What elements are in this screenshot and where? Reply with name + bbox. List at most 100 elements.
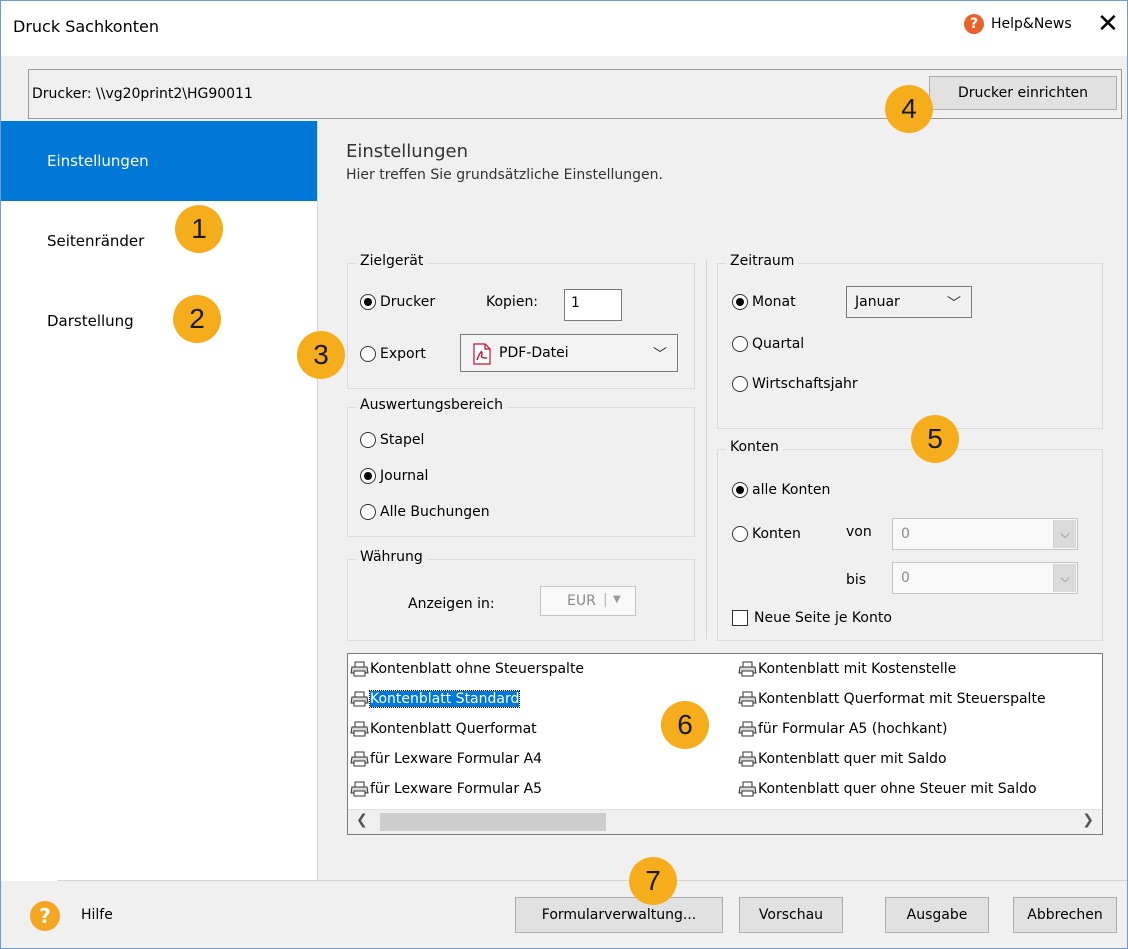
form-list-item-label: für Lexware Formular A4: [370, 751, 543, 767]
printer-icon: [350, 661, 369, 677]
footer-divider: [57, 880, 1127, 881]
sidebar-item-label: Darstellung: [47, 312, 134, 330]
help-icon: ?: [964, 14, 984, 34]
printer-icon: [738, 781, 757, 797]
auswertung-label: Auswertungsbereich: [356, 397, 508, 413]
formularverwaltung-button[interactable]: Formularverwaltung...: [515, 897, 723, 933]
currency-value: EUR: [567, 593, 596, 609]
callout-badge: 7: [629, 857, 677, 905]
bis-select[interactable]: 0 ⌵: [892, 562, 1078, 594]
help-news-label: Help&News: [991, 16, 1072, 32]
form-list-item[interactable]: Kontenblatt Standard: [350, 688, 521, 710]
radio-indicator: [360, 346, 376, 362]
drucker-radio-label: Drucker: [380, 294, 436, 310]
vorschau-button[interactable]: Vorschau: [739, 897, 843, 933]
waehrung-label: Währung: [356, 549, 427, 565]
sidebar-item-einstellungen[interactable]: Einstellungen: [1, 121, 317, 201]
checkbox-indicator: [732, 610, 748, 626]
printer-icon: [350, 751, 369, 767]
form-list-item-label: für Formular A5 (hochkant): [758, 721, 948, 737]
von-label: von: [846, 524, 872, 540]
kopien-label: Kopien:: [486, 294, 539, 310]
alle-konten-radio[interactable]: alle Konten: [732, 482, 830, 498]
zeitraum-group: Zeitraum Monat Januar ﹀ Quartal Wirtscha…: [717, 253, 1103, 429]
radio-indicator: [732, 482, 748, 498]
scroll-thumb[interactable]: [380, 813, 606, 831]
sidebar-item-seitenraender[interactable]: Seitenränder: [1, 201, 317, 281]
neue-seite-checkbox[interactable]: Neue Seite je Konto: [732, 610, 892, 626]
von-select[interactable]: 0 ⌵: [892, 518, 1078, 550]
wirtschaftsjahr-label: Wirtschaftsjahr: [752, 376, 858, 392]
konten-radio[interactable]: Konten: [732, 526, 801, 542]
chevron-down-icon: ⌵: [1053, 564, 1076, 592]
sidebar-item-label: Einstellungen: [47, 152, 149, 170]
chevron-down-icon: ﹀: [947, 296, 961, 312]
quartal-label: Quartal: [752, 336, 805, 352]
scroll-left-icon[interactable]: ❮: [356, 812, 368, 828]
wirtschaftsjahr-radio[interactable]: Wirtschaftsjahr: [732, 376, 858, 392]
kopien-input[interactable]: 1: [564, 289, 622, 321]
printer-bar: Drucker: \\vg20print2\HG90011 Drucker ei…: [28, 69, 1122, 119]
callout-badge: 3: [297, 331, 345, 379]
radio-indicator: [360, 468, 376, 484]
form-list-item-label: Kontenblatt quer ohne Steuer mit Saldo: [758, 781, 1037, 797]
ausgabe-button[interactable]: Ausgabe: [885, 897, 989, 933]
callout-badge: 4: [885, 85, 933, 133]
form-list-item[interactable]: Kontenblatt quer mit Saldo: [738, 748, 947, 770]
title-bar: Druck Sachkonten ? Help&News ✕: [1, 1, 1127, 56]
journal-radio[interactable]: Journal: [360, 468, 428, 484]
export-format-value: PDF-Datei: [499, 345, 569, 361]
printer-icon: [738, 661, 757, 677]
hilfe-link[interactable]: Hilfe: [81, 907, 113, 923]
bis-value: 0: [901, 570, 910, 586]
anzeigen-in-label: Anzeigen in:: [408, 596, 495, 612]
stapel-radio[interactable]: Stapel: [360, 432, 424, 448]
printer-icon: [738, 751, 757, 767]
sidebar-item-darstellung[interactable]: Darstellung: [1, 281, 317, 361]
export-radio[interactable]: Export: [360, 346, 426, 362]
form-list-item[interactable]: Kontenblatt Querformat mit Steuerspalte: [738, 688, 1046, 710]
chevron-down-icon: ⌵: [1053, 520, 1076, 548]
alle-konten-label: alle Konten: [752, 482, 831, 498]
konten-radio-label: Konten: [752, 526, 801, 542]
form-list-item-label: Kontenblatt Standard: [368, 690, 521, 708]
help-news-link[interactable]: ? Help&News: [964, 14, 1072, 34]
drucker-radio[interactable]: Drucker: [360, 294, 435, 310]
form-list-item[interactable]: für Lexware Formular A5: [350, 778, 542, 800]
scroll-right-icon[interactable]: ❯: [1082, 812, 1094, 828]
printer-label: Drucker: \\vg20print2\HG90011: [32, 86, 253, 102]
printer-icon: [738, 721, 757, 737]
form-list-item[interactable]: Kontenblatt ohne Steuerspalte: [350, 658, 584, 680]
help-icon[interactable]: ?: [30, 901, 60, 931]
monat-radio[interactable]: Monat: [732, 294, 796, 310]
form-list-item[interactable]: für Formular A5 (hochkant): [738, 718, 948, 740]
stapel-label: Stapel: [380, 432, 425, 448]
callout-badge: 2: [173, 295, 221, 343]
form-list-item[interactable]: Kontenblatt quer ohne Steuer mit Saldo: [738, 778, 1037, 800]
export-format-select[interactable]: PDF-Datei ﹀: [460, 334, 678, 372]
printer-icon: [350, 721, 369, 737]
monat-select[interactable]: Januar ﹀: [846, 286, 972, 318]
form-list-item[interactable]: Kontenblatt Querformat: [350, 718, 537, 740]
form-list-item-label: Kontenblatt quer mit Saldo: [758, 751, 947, 767]
currency-select[interactable]: EUR | ▼: [540, 586, 636, 616]
von-value: 0: [901, 526, 910, 542]
bis-label: bis: [846, 572, 867, 588]
close-icon[interactable]: ✕: [1097, 9, 1119, 39]
export-radio-label: Export: [380, 346, 426, 362]
sidebar-item-label: Seitenränder: [47, 232, 145, 250]
print-dialog: Druck Sachkonten ? Help&News ✕ Drucker: …: [0, 0, 1128, 949]
form-list-item[interactable]: Kontenblatt mit Kostenstelle: [738, 658, 956, 680]
abbrechen-button[interactable]: Abbrechen: [1013, 897, 1117, 933]
form-listbox[interactable]: ❮ ❯ Kontenblatt ohne Steuerspalte Kontenb…: [347, 653, 1103, 835]
sidebar: Einstellungen Seitenränder Darstellung: [1, 121, 318, 881]
form-list-item[interactable]: für Lexware Formular A4: [350, 748, 542, 770]
quartal-radio[interactable]: Quartal: [732, 336, 804, 352]
zielgeraet-label: Zielgerät: [356, 253, 428, 269]
form-list-item-label: für Lexware Formular A5: [370, 781, 543, 797]
alle-buchungen-radio[interactable]: Alle Buchungen: [360, 504, 490, 520]
printer-setup-button[interactable]: Drucker einrichten: [929, 76, 1117, 110]
radio-indicator: [360, 504, 376, 520]
horizontal-scrollbar[interactable]: ❮ ❯: [348, 809, 1102, 834]
chevron-down-icon: ﹀: [653, 347, 667, 363]
